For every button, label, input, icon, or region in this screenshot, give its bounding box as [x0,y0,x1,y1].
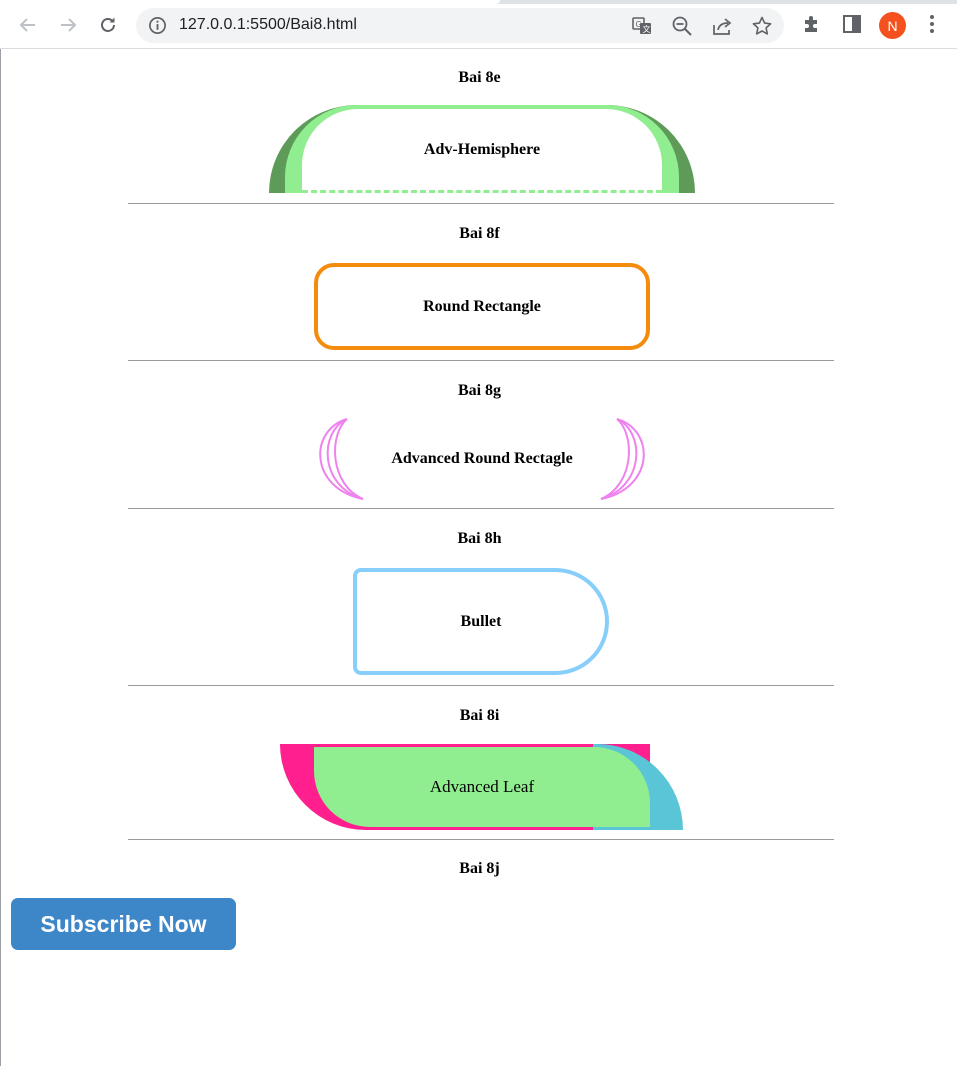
subscribe-button[interactable]: Subscribe Now [11,898,236,950]
heading-bai-8g: Bai 8g [457,382,502,399]
advanced-round-rectangle-label: Advanced Round Rectagle [391,450,573,467]
divider [128,360,834,361]
back-button[interactable] [13,10,43,40]
side-panel-icon[interactable] [840,12,864,36]
divider [128,685,834,686]
heading-bai-8f: Bai 8f [459,225,500,242]
arrow-left-icon [19,18,35,32]
kebab-menu-icon[interactable] [920,12,944,36]
reload-button[interactable] [93,10,123,40]
info-icon[interactable] [148,16,167,35]
url-text[interactable]: 127.0.0.1:5500/Bai8.html [179,16,357,34]
divider [128,508,834,509]
svg-text:文: 文 [643,24,651,34]
page-viewport: Bai 8e Adv-Hemisphere Bai 8f Round Recta… [0,49,957,1066]
heading-bai-8i: Bai 8i [459,707,500,724]
profile-avatar[interactable]: N [879,12,906,39]
heading-bai-8j: Bai 8j [459,860,500,877]
adv-hemisphere-label: Adv-Hemisphere [423,141,541,158]
address-bar[interactable]: 127.0.0.1:5500/Bai8.html G 文 [136,8,784,43]
tab-strip [0,0,957,4]
svg-text:G: G [636,20,642,29]
heading-bai-8h: Bai 8h [457,530,502,547]
star-icon[interactable] [751,15,773,37]
divider [128,203,834,204]
active-tab[interactable] [0,0,500,4]
bullet-label: Bullet [460,612,502,630]
arrow-right-icon [61,18,77,32]
translate-icon[interactable]: G 文 [631,15,653,37]
heading-bai-8e: Bai 8e [458,69,501,86]
round-rectangle-label: Round Rectangle [423,297,541,315]
zoom-out-icon[interactable] [671,15,693,37]
share-icon[interactable] [711,15,733,37]
divider [128,839,834,840]
puzzle-icon[interactable] [800,12,824,36]
reload-icon [101,17,115,32]
forward-button[interactable] [53,10,83,40]
advanced-leaf-label: Advanced Leaf [429,777,535,796]
browser-toolbar: 127.0.0.1:5500/Bai8.html G 文 N [0,0,957,49]
